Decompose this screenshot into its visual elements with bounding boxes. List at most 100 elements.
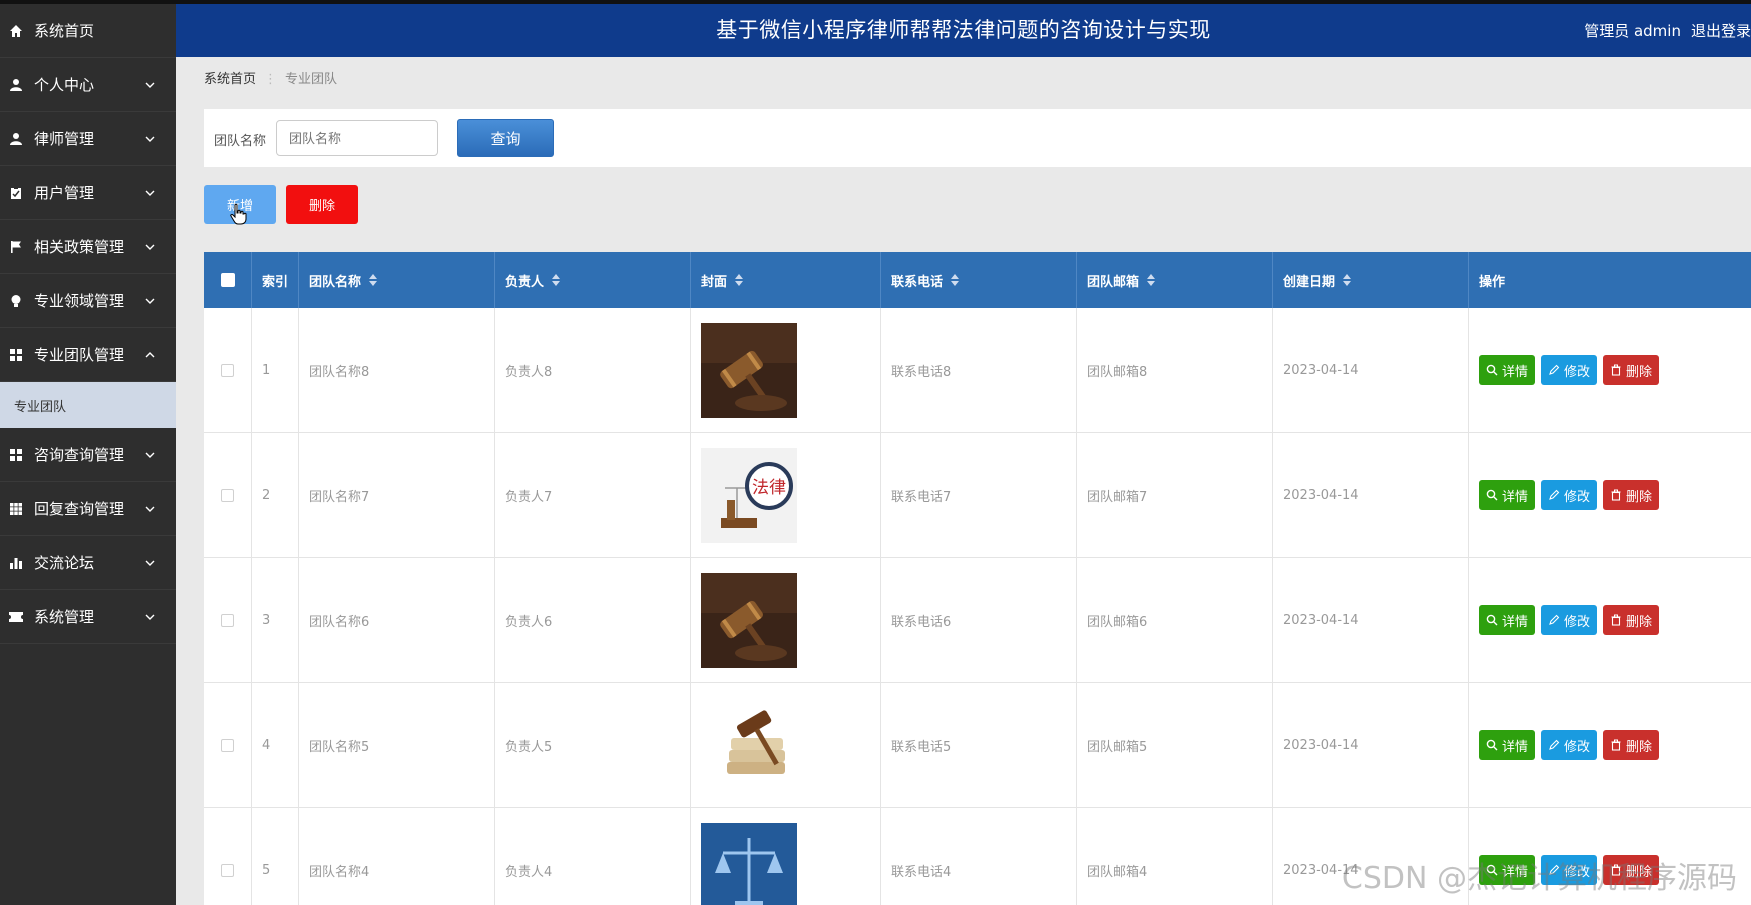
- detail-button[interactable]: 详情: [1479, 480, 1536, 510]
- delete-button[interactable]: 删除: [1603, 605, 1660, 635]
- column-header-email[interactable]: 团队邮箱: [1077, 252, 1273, 308]
- chevron-down-icon: [145, 136, 155, 142]
- row-checkbox[interactable]: [221, 863, 234, 877]
- chevron-up-icon: [145, 351, 155, 357]
- edit-icon: [1549, 614, 1560, 625]
- cell-team-name-value: 团队名称5: [309, 739, 370, 755]
- cell-index-value: 1: [262, 362, 271, 378]
- cell-index-value: 2: [262, 487, 271, 503]
- search-button[interactable]: 查询: [457, 119, 554, 157]
- sidebar-item-team-mgmt[interactable]: 专业团队管理: [0, 328, 176, 382]
- watermark: CSDN @杰记计算机程序源码: [1341, 861, 1737, 896]
- cell-phone: 联系电话7: [881, 433, 1077, 557]
- logout-link[interactable]: 退出登录: [1691, 22, 1751, 40]
- detail-label: 详情: [1502, 489, 1529, 505]
- sidebar-item-reply-mgmt[interactable]: 回复查询管理: [0, 482, 176, 536]
- sidebar-subitem-team[interactable]: 专业团队: [0, 382, 176, 428]
- sort-icon[interactable]: [1343, 274, 1352, 286]
- cell-owner: 负责人5: [495, 683, 691, 807]
- trash-icon: [1611, 364, 1621, 376]
- sort-icon[interactable]: [369, 274, 378, 286]
- sidebar-item-user-mgmt[interactable]: 用户管理: [0, 166, 176, 220]
- delete-label: 删除: [1626, 364, 1653, 380]
- header-user-area: 管理员 admin 退出登录: [1574, 20, 1751, 41]
- sidebar-item-system-mgmt[interactable]: 系统管理: [0, 590, 176, 644]
- detail-button[interactable]: 详情: [1479, 730, 1536, 760]
- sort-icon[interactable]: [951, 274, 960, 286]
- team-name-search-input[interactable]: [276, 120, 438, 156]
- sidebar-item-personal-center[interactable]: 个人中心: [0, 58, 176, 112]
- row-select-cell: [204, 308, 252, 432]
- sidebar-item-consult-mgmt[interactable]: 咨询查询管理: [0, 428, 176, 482]
- breadcrumb-home[interactable]: 系统首页: [204, 72, 256, 87]
- sort-icon[interactable]: [1147, 274, 1156, 286]
- column-header-owner[interactable]: 负责人: [495, 252, 691, 308]
- column-header-label: 操作: [1479, 274, 1506, 290]
- delete-button[interactable]: 删除: [1603, 730, 1660, 760]
- sidebar-item-forum[interactable]: 交流论坛: [0, 536, 176, 590]
- detail-label: 详情: [1502, 364, 1529, 380]
- sidebar-item-policy-mgmt[interactable]: 相关政策管理: [0, 220, 176, 274]
- cell-cover: [691, 808, 881, 905]
- delete-button[interactable]: 删除: [1603, 355, 1660, 385]
- chevron-down-icon: [145, 506, 155, 512]
- sidebar: 系统首页 个人中心 律师管理 用户管理 相关政策管理 专业领域管理 专业团队管理…: [0, 0, 176, 905]
- cell-owner-value: 负责人5: [505, 739, 553, 755]
- cell-team-name-value: 团队名称6: [309, 614, 370, 630]
- sidebar-item-label: 相关政策管理: [34, 238, 125, 256]
- sidebar-item-lawyer-mgmt[interactable]: 律师管理: [0, 112, 176, 166]
- cell-owner: 负责人6: [495, 558, 691, 682]
- row-checkbox[interactable]: [221, 738, 234, 752]
- detail-button[interactable]: 详情: [1479, 605, 1536, 635]
- search-icon: [1486, 739, 1498, 751]
- search-icon: [1486, 489, 1498, 501]
- cell-created-date: 2023-04-14: [1273, 558, 1469, 682]
- cell-phone: 联系电话8: [881, 308, 1077, 432]
- cell-date-value: 2023-04-14: [1283, 362, 1359, 378]
- cell-email-value: 团队邮箱4: [1087, 864, 1148, 880]
- edit-button[interactable]: 修改: [1541, 480, 1598, 510]
- delete-label: 删除: [1626, 614, 1653, 630]
- cell-team-name-value: 团队名称4: [309, 864, 370, 880]
- column-header-team-name[interactable]: 团队名称: [299, 252, 495, 308]
- edit-button[interactable]: 修改: [1541, 355, 1598, 385]
- batch-delete-button[interactable]: 删除: [286, 185, 358, 224]
- detail-button[interactable]: 详情: [1479, 355, 1536, 385]
- sidebar-item-field-mgmt[interactable]: 专业领域管理: [0, 274, 176, 328]
- edit-button[interactable]: 修改: [1541, 605, 1598, 635]
- row-select-cell: [204, 683, 252, 807]
- cell-date-value: 2023-04-14: [1283, 737, 1359, 753]
- cover-image: [701, 697, 797, 793]
- column-header-cover[interactable]: 封面: [691, 252, 881, 308]
- cell-cover: [691, 308, 881, 432]
- cell-email-value: 团队邮箱6: [1087, 614, 1148, 630]
- breadcrumb: 系统首页 ⋮ 专业团队: [204, 68, 337, 87]
- table-row: 3 团队名称6 负责人6 联系电话6 团队邮箱6 2023-04-14 详情 修改 删除: [204, 558, 1751, 683]
- ticket-icon: [8, 609, 24, 625]
- sidebar-item-home[interactable]: 系统首页: [0, 4, 176, 58]
- search-icon: [1486, 364, 1498, 376]
- column-header-phone[interactable]: 联系电话: [881, 252, 1077, 308]
- delete-button[interactable]: 删除: [1603, 480, 1660, 510]
- cell-index: 5: [252, 808, 299, 905]
- chevron-down-icon: [145, 82, 155, 88]
- header-select-all: [204, 252, 252, 308]
- sort-icon[interactable]: [552, 274, 561, 286]
- row-checkbox[interactable]: [221, 363, 234, 377]
- home-icon: [8, 23, 24, 39]
- cell-team-name: 团队名称5: [299, 683, 495, 807]
- detail-label: 详情: [1502, 739, 1529, 755]
- cover-image: 法律: [701, 447, 797, 543]
- column-header-label: 索引: [262, 274, 289, 290]
- select-all-checkbox[interactable]: [220, 273, 235, 287]
- sort-icon[interactable]: [735, 274, 744, 286]
- detail-label: 详情: [1502, 614, 1529, 630]
- column-header-created-date[interactable]: 创建日期: [1273, 252, 1469, 308]
- row-checkbox[interactable]: [221, 488, 234, 502]
- cell-owner: 负责人4: [495, 808, 691, 905]
- search-icon: [1486, 614, 1498, 626]
- edit-button[interactable]: 修改: [1541, 730, 1598, 760]
- sidebar-item-label: 个人中心: [34, 76, 95, 94]
- column-header-label: 团队名称: [309, 274, 362, 290]
- row-checkbox[interactable]: [221, 613, 234, 627]
